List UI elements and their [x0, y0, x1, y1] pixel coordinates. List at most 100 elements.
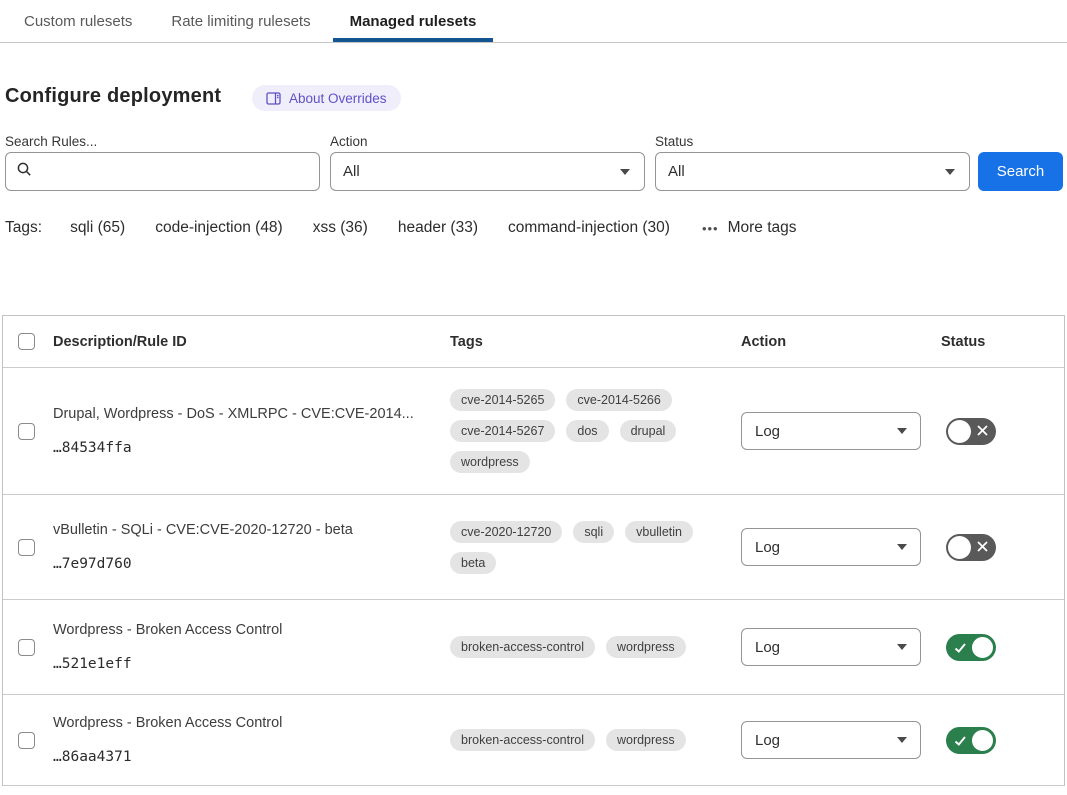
chevron-down-icon [897, 737, 907, 743]
rules-table: Description/Rule ID Tags Action Status D… [2, 315, 1065, 786]
chevron-down-icon [620, 169, 630, 175]
column-description: Description/Rule ID [53, 334, 450, 350]
tag-chip: broken-access-control [450, 636, 595, 658]
rule-description: Wordpress - Broken Access Control [53, 715, 428, 732]
tag-filter-code-injection[interactable]: code-injection (48) [155, 219, 283, 237]
table-header-row: Description/Rule ID Tags Action Status [3, 316, 1064, 368]
rule-action-value: Log [755, 423, 780, 440]
rule-action-cell: Log [741, 628, 941, 666]
rule-description-cell: Drupal, Wordpress - DoS - XMLRPC - CVE:C… [53, 406, 450, 455]
header-checkbox-cell [3, 333, 53, 350]
tag-filter-command-injection[interactable]: command-injection (30) [508, 219, 670, 237]
row-checkbox-cell [3, 732, 53, 749]
tags-bar: Tags: sqli (65) code-injection (48) xss … [5, 219, 797, 237]
rule-description-cell: Wordpress - Broken Access Control …86aa4… [53, 715, 450, 764]
managed-rulesets-page: Custom rulesets Rate limiting rulesets M… [0, 0, 1067, 795]
row-checkbox[interactable] [18, 423, 35, 440]
rule-action-value: Log [755, 732, 780, 749]
search-rules-inputbox[interactable] [5, 152, 320, 191]
check-icon [954, 641, 967, 659]
tag-chip: broken-access-control [450, 729, 595, 751]
rule-action-select[interactable]: Log [741, 628, 921, 666]
rule-description: vBulletin - SQLi - CVE:CVE-2020-12720 - … [53, 522, 428, 539]
rule-status-toggle-on[interactable] [946, 634, 996, 661]
tag-chip: sqli [573, 521, 614, 543]
toggle-knob [971, 729, 994, 752]
tab-rate-limiting-rulesets[interactable]: Rate limiting rulesets [154, 0, 327, 42]
x-icon [976, 540, 989, 558]
about-overrides-link[interactable]: About Overrides [252, 85, 401, 111]
column-tags: Tags [450, 334, 741, 350]
rule-tags-cell: broken-access-control wordpress [450, 729, 741, 751]
row-checkbox[interactable] [18, 539, 35, 556]
chevron-down-icon [945, 169, 955, 175]
tag-filter-sqli[interactable]: sqli (65) [70, 219, 125, 237]
tag-chip: wordpress [606, 636, 686, 658]
action-filter-value: All [343, 163, 360, 180]
more-tags-button[interactable]: ••• More tags [702, 219, 797, 237]
book-icon [266, 92, 281, 105]
row-checkbox-cell [3, 539, 53, 556]
status-filter-select[interactable]: All [655, 152, 970, 191]
tag-chip: wordpress [450, 451, 530, 473]
tag-chip: beta [450, 552, 496, 574]
column-status: Status [941, 334, 1064, 350]
select-all-checkbox[interactable] [18, 333, 35, 350]
tag-chip: cve-2020-12720 [450, 521, 562, 543]
rule-action-value: Log [755, 639, 780, 656]
column-action: Action [741, 334, 941, 350]
row-checkbox[interactable] [18, 732, 35, 749]
rule-tags-cell: broken-access-control wordpress [450, 636, 741, 658]
rule-action-select[interactable]: Log [741, 412, 921, 450]
toggle-knob [971, 636, 994, 659]
rule-action-select[interactable]: Log [741, 721, 921, 759]
tag-chip: vbulletin [625, 521, 693, 543]
more-tags-label: More tags [728, 219, 797, 237]
toggle-knob [948, 536, 971, 559]
about-overrides-label: About Overrides [289, 91, 387, 106]
rule-action-cell: Log [741, 528, 941, 566]
rule-status-cell [941, 727, 1064, 754]
rule-status-toggle-off[interactable] [946, 418, 996, 445]
tag-filter-xss[interactable]: xss (36) [313, 219, 368, 237]
tag-filter-header[interactable]: header (33) [398, 219, 478, 237]
rule-status-cell [941, 418, 1064, 445]
page-title: Configure deployment [5, 85, 221, 108]
rule-tags-cell: cve-2014-5265 cve-2014-5266 cve-2014-526… [450, 389, 741, 473]
tag-chip: drupal [620, 420, 677, 442]
x-icon [976, 424, 989, 442]
chevron-down-icon [897, 544, 907, 550]
ruleset-tabbar: Custom rulesets Rate limiting rulesets M… [0, 0, 1067, 43]
action-filter-label: Action [330, 134, 368, 149]
row-checkbox-cell [3, 423, 53, 440]
action-filter-select[interactable]: All [330, 152, 645, 191]
rule-id: …84534ffa [53, 440, 428, 456]
rule-id: …86aa4371 [53, 749, 428, 765]
status-filter-label: Status [655, 134, 693, 149]
tag-chip: cve-2014-5265 [450, 389, 555, 411]
tab-custom-rulesets[interactable]: Custom rulesets [7, 0, 149, 42]
search-button[interactable]: Search [978, 152, 1063, 191]
rule-status-toggle-off[interactable] [946, 534, 996, 561]
tags-bar-label: Tags: [5, 219, 42, 237]
rule-description-cell: Wordpress - Broken Access Control …521e1… [53, 622, 450, 671]
table-row: Wordpress - Broken Access Control …521e1… [3, 600, 1064, 695]
tag-chip: wordpress [606, 729, 686, 751]
rule-status-cell [941, 634, 1064, 661]
rule-description-cell: vBulletin - SQLi - CVE:CVE-2020-12720 - … [53, 522, 450, 571]
rule-description: Drupal, Wordpress - DoS - XMLRPC - CVE:C… [53, 406, 428, 423]
row-checkbox[interactable] [18, 639, 35, 656]
rule-action-cell: Log [741, 721, 941, 759]
rule-status-toggle-on[interactable] [946, 727, 996, 754]
rule-id: …7e97d760 [53, 556, 428, 572]
tab-managed-rulesets[interactable]: Managed rulesets [333, 0, 494, 42]
tag-chip: dos [566, 420, 608, 442]
rule-tags-cell: cve-2020-12720 sqli vbulletin beta [450, 521, 741, 574]
check-icon [954, 734, 967, 752]
table-row: vBulletin - SQLi - CVE:CVE-2020-12720 - … [3, 495, 1064, 600]
search-rules-input[interactable] [41, 153, 319, 190]
rule-status-cell [941, 534, 1064, 561]
rule-id: …521e1eff [53, 656, 428, 672]
search-icon [16, 161, 33, 183]
rule-action-select[interactable]: Log [741, 528, 921, 566]
